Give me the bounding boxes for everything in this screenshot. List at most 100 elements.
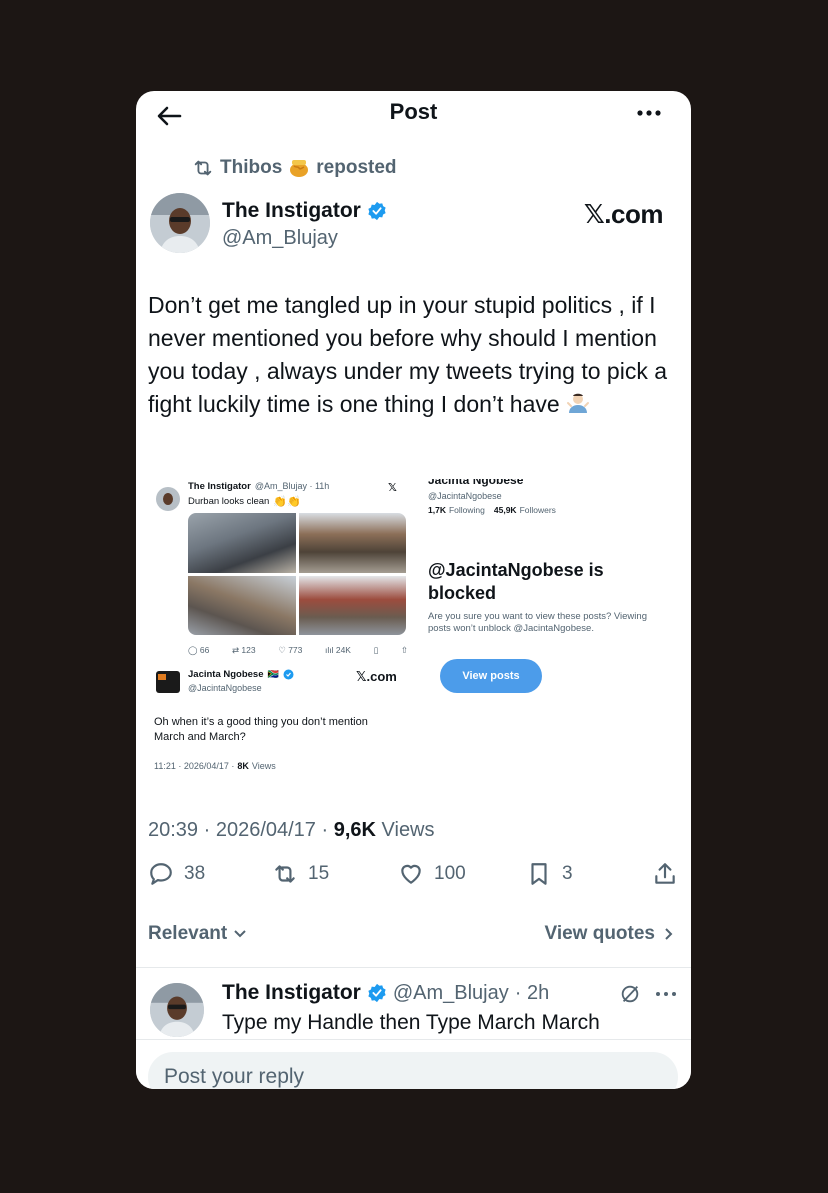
embed-top-text-row: Durban looks clean 👏👏 <box>188 495 301 508</box>
embed-share-icon: ⇧ <box>400 645 408 655</box>
repost-action-icon <box>275 865 295 883</box>
divider <box>136 967 691 968</box>
share-icon <box>655 863 675 884</box>
person-shrugging-emoji-icon <box>567 393 590 413</box>
embed-photo-grid <box>188 513 406 635</box>
street-photo-1 <box>188 513 296 573</box>
embed-likes: ♡ 773 <box>278 645 303 655</box>
blocked-description: Are you sure you want to view these post… <box>428 611 647 634</box>
repost-count: 15 <box>308 863 330 884</box>
following-label: Following <box>448 505 485 515</box>
street-photo-3 <box>188 575 296 635</box>
author-name-row[interactable]: The Instigator <box>222 199 387 223</box>
embed-x-icon: 𝕏 <box>388 482 397 494</box>
embed-top-author: The Instigator <box>188 481 251 492</box>
top-bar: Post <box>136 91 691 135</box>
heart-icon <box>401 864 421 884</box>
embed-reply-author: Jacinta Ngobese <box>188 669 264 680</box>
embed-top-header: The Instigator @Am_Blujay · 11h <box>188 481 329 492</box>
action-bar: 38 15 100 3 <box>148 861 678 893</box>
x-com-watermark: 𝕏.com <box>583 199 664 229</box>
embed-left-panel: The Instigator @Am_Blujay · 11h 𝕏 Durban… <box>148 479 410 787</box>
embed-reply-text: Oh when it’s a good thing you don’t ment… <box>154 716 368 743</box>
like-count: 100 <box>434 863 466 884</box>
avatar-image <box>150 193 210 253</box>
view-quotes-label: View quotes <box>544 923 655 944</box>
bookmark-count: 3 <box>562 863 573 884</box>
reply-count: 38 <box>184 863 206 884</box>
repost-button[interactable]: 15 <box>272 861 329 887</box>
embed-reply-avatar <box>156 671 180 693</box>
embedded-screenshot[interactable]: The Instigator @Am_Blujay · 11h 𝕏 Durban… <box>148 479 678 787</box>
reply-author-handle[interactable]: @Am_Blujay <box>393 982 509 1005</box>
reply-header: The Instigator @Am_Blujay · 2h <box>222 981 549 1005</box>
sort-relevant-dropdown[interactable]: Relevant <box>148 923 247 945</box>
repost-indicator[interactable]: Thibos reposted <box>192 157 397 179</box>
repost-user: Thibos <box>220 157 283 178</box>
chevron-down-icon <box>234 930 246 938</box>
share-button[interactable] <box>652 861 678 887</box>
reply-icon <box>150 863 172 885</box>
post-meta: 20:39 · 2026/04/17 · 9,6K Views <box>148 819 435 842</box>
embed-reply-meta: 11:21 · 2026/04/17 · 8K Views <box>154 761 276 771</box>
repost-icon <box>194 160 212 176</box>
repost-label: reposted <box>316 157 397 178</box>
view-posts-button[interactable]: View posts <box>440 659 542 693</box>
bookmark-button[interactable]: 3 <box>526 861 573 887</box>
embed-reply-handle: @JacintaNgobese <box>188 683 262 693</box>
like-button[interactable]: 100 <box>398 861 466 887</box>
post-card: Post Thibos reposted The Instigator @Am_… <box>136 91 691 1089</box>
blocked-title: @JacintaNgobese is blocked <box>428 560 604 603</box>
embed-reply-views: 8K <box>237 761 249 771</box>
verified-badge-icon <box>368 201 386 221</box>
grok-icon[interactable] <box>619 983 641 1005</box>
followers-label: Followers <box>519 505 556 515</box>
embed-replies: ◯ 66 <box>188 645 210 655</box>
reply-more-options-icon[interactable] <box>655 989 677 999</box>
sort-relevant-label: Relevant <box>148 923 228 944</box>
embed-reply-time: 11:21 · 2026/04/17 · <box>154 761 235 771</box>
street-photo-2 <box>298 513 406 573</box>
embed-right-handle: @JacintaNgobese <box>428 491 502 501</box>
street-photo-4 <box>298 575 406 635</box>
chevron-right-icon <box>665 928 673 940</box>
embed-reply-header: Jacinta Ngobese 🇿🇦 <box>188 669 294 680</box>
embed-top-text: Durban looks clean <box>188 496 270 507</box>
embed-reply-views-label: Views <box>251 761 276 771</box>
clapping-hands-emoji-icon: 👏👏 <box>273 496 301 508</box>
embed-reposts: ⇄ 123 <box>231 645 256 655</box>
reply-avatar[interactable] <box>150 983 204 1037</box>
page-title: Post <box>389 99 438 124</box>
bookmark-icon <box>531 863 547 885</box>
reply-icons <box>619 983 677 1005</box>
followers-count: 45,9K <box>493 505 517 515</box>
embed-right-name: Jacinta Ngobese <box>428 479 524 487</box>
embed-bookmark-icon: ▯ <box>373 645 379 655</box>
author-name: The Instigator <box>222 199 361 222</box>
embed-views: ılıl 24K <box>324 645 351 655</box>
honey-pot-emoji-icon <box>290 160 309 177</box>
flag-emoji-icon: 🇿🇦 <box>267 669 279 679</box>
reply-composer-bar <box>136 1039 691 1089</box>
reply-time: · 2h <box>514 981 550 1004</box>
post-timestamp: 20:39 · 2026/04/17 · <box>148 819 329 841</box>
reply-input[interactable] <box>148 1052 678 1089</box>
author-avatar[interactable] <box>150 193 210 253</box>
embed-x-com-watermark: 𝕏.com <box>356 669 397 684</box>
embed-right-panel: Jacinta Ngobese @JacintaNgobese 1,7K Fol… <box>418 479 678 787</box>
reply-author-name[interactable]: The Instigator <box>222 981 361 1005</box>
embed-stats-row: ◯ 66 ⇄ 123 ♡ 773 ılıl 24K ▯ ⇧ <box>188 645 408 656</box>
reply-button[interactable]: 38 <box>148 861 205 887</box>
reply-text: Type my Handle then Type March March <box>222 1011 600 1034</box>
reply-avatar-image <box>150 983 204 1037</box>
embed-top-handle: @Am_Blujay · 11h <box>254 481 330 491</box>
author-handle[interactable]: @Am_Blujay <box>222 227 338 250</box>
post-views-label: Views <box>381 819 435 841</box>
reply-verified-badge-icon <box>368 983 386 1003</box>
following-count: 1,7K <box>428 505 446 515</box>
tweet-text: Don’t get me tangled up in your stupid p… <box>148 289 678 421</box>
post-views-count: 9,6K <box>333 819 376 841</box>
view-quotes-link[interactable]: View quotes <box>544 923 675 945</box>
embed-avatar <box>156 487 180 511</box>
more-options-icon[interactable] <box>635 103 663 123</box>
